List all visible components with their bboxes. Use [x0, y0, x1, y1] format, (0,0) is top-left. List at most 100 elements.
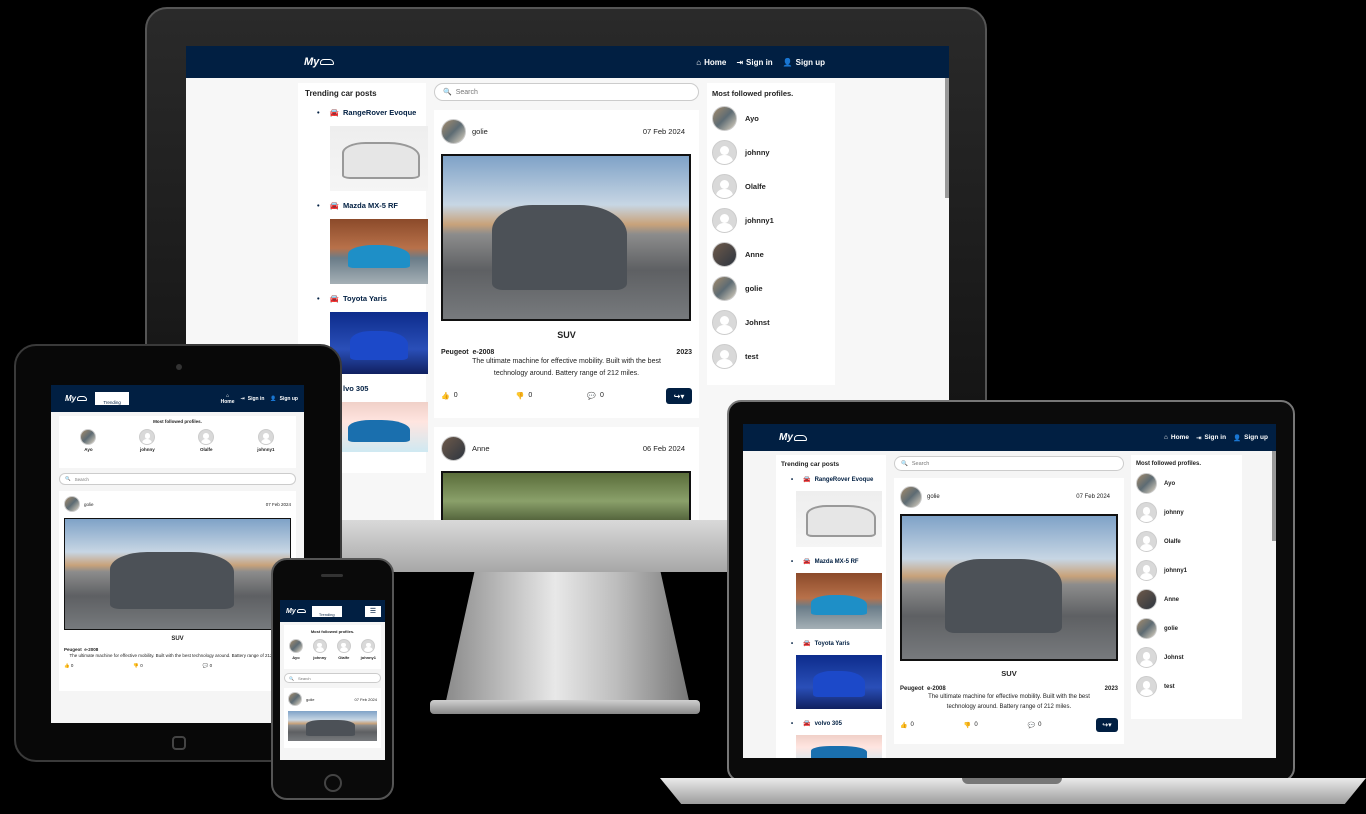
scrollbar[interactable]	[1272, 451, 1276, 541]
profile-item[interactable]: test	[1136, 676, 1237, 697]
profile-item[interactable]: johnny	[712, 140, 830, 165]
post-author[interactable]: golie	[306, 697, 314, 702]
like-button[interactable]: 👍 0	[441, 392, 458, 400]
author-avatar[interactable]	[64, 496, 80, 512]
profile-item[interactable]: johnny1	[712, 208, 830, 233]
comment-button[interactable]: 💬 0	[1028, 722, 1042, 729]
scrollbar[interactable]	[945, 78, 949, 198]
trending-image[interactable]	[796, 491, 882, 547]
profile-avatar	[1136, 473, 1157, 494]
profile-item[interactable]: Johnst	[712, 310, 830, 335]
post-author[interactable]: golie	[927, 494, 940, 500]
profile-item[interactable]: Ayo	[80, 429, 97, 452]
trending-image[interactable]	[330, 312, 428, 374]
nav-home[interactable]: ⌂ Home	[696, 58, 726, 67]
trending-dropdown[interactable]: Trending	[95, 392, 130, 405]
search-input[interactable]: 🔍 Search	[434, 83, 699, 101]
nav-signup[interactable]: 👤 Sign up	[1233, 434, 1268, 442]
site-logo[interactable]: My	[286, 608, 306, 615]
dislike-button[interactable]: 👎 0	[133, 663, 142, 669]
post-description: The ultimate machine for effective mobil…	[472, 358, 661, 377]
nav-home[interactable]: ⌂ Home	[221, 393, 235, 405]
profile-avatar	[712, 174, 737, 199]
post-date: 07 Feb 2024	[642, 127, 685, 136]
post-image[interactable]	[441, 154, 691, 321]
post-image[interactable]	[441, 471, 691, 520]
author-avatar[interactable]	[288, 692, 302, 706]
profile-item[interactable]: golie	[712, 276, 830, 301]
comment-button[interactable]: 💬 0	[203, 663, 212, 669]
profile-name: Anne	[1164, 596, 1179, 603]
tablet-home-button[interactable]	[172, 736, 186, 750]
post-author[interactable]: golie	[472, 127, 488, 136]
trending-dropdown[interactable]: Trending	[311, 605, 342, 617]
trending-image[interactable]	[796, 735, 882, 758]
trending-image[interactable]	[796, 573, 882, 629]
post-card: Anne 06 Feb 2024	[434, 427, 699, 520]
post-image[interactable]	[64, 518, 291, 630]
site-logo[interactable]: My	[65, 394, 88, 403]
comment-count: 0	[1038, 721, 1042, 728]
profile-item[interactable]: Olalfe	[198, 429, 215, 452]
profile-item[interactable]: Olalfe	[336, 639, 351, 660]
profile-item[interactable]: Olalfe	[712, 174, 830, 199]
search-input[interactable]: 🔍 Search	[59, 473, 296, 485]
trending-item[interactable]: 🚘RangeRover Evoque	[317, 108, 419, 117]
post-author[interactable]: Anne	[472, 444, 490, 453]
search-input[interactable]: 🔍 Search	[894, 456, 1124, 471]
author-avatar[interactable]	[441, 119, 466, 144]
trending-item[interactable]: 🚘Mazda MX-5 RF	[791, 558, 881, 566]
trending-image[interactable]	[796, 655, 882, 709]
nav-signup[interactable]: 👤 Sign up	[783, 58, 825, 67]
nav-signin[interactable]: ⇥ Sign in	[736, 58, 772, 67]
trending-item-label: lvo 305	[343, 384, 369, 393]
profile-item[interactable]: johnny1	[361, 639, 376, 660]
trending-item[interactable]: 🚘Toyota Yaris	[317, 294, 419, 303]
trending-item[interactable]: 🚘RangeRover Evoque	[791, 476, 881, 484]
profile-item[interactable]: johnny1	[257, 429, 274, 452]
profile-item[interactable]: test	[712, 344, 830, 369]
nav-signin[interactable]: ⇥ Sign in	[1196, 434, 1226, 442]
site-logo[interactable]: My	[779, 432, 807, 443]
profile-item[interactable]: Ayo	[288, 639, 303, 660]
dislike-button[interactable]: 👎 0	[964, 722, 978, 729]
nav-signin[interactable]: ⇥ Sign in	[241, 393, 265, 405]
search-input[interactable]: 🔍 Search	[284, 673, 381, 683]
post-image[interactable]	[288, 711, 377, 741]
profile-item[interactable]: Ayo	[712, 106, 830, 131]
nav-signup[interactable]: 👤 Sign up	[270, 393, 298, 405]
profile-item[interactable]: Olalfe	[1136, 531, 1237, 552]
post-author[interactable]: golie	[84, 502, 94, 507]
share-button[interactable]: ↪▾	[1096, 718, 1118, 732]
dislike-button[interactable]: 👎 0	[516, 392, 533, 400]
like-button[interactable]: 👍 0	[900, 722, 914, 729]
profile-item[interactable]: golie	[1136, 618, 1237, 639]
comment-button[interactable]: 💬 0	[587, 392, 604, 400]
trending-image[interactable]	[330, 126, 428, 191]
phone-home-button[interactable]	[324, 774, 342, 792]
trending-item[interactable]: lvo 305	[343, 384, 419, 393]
trending-image[interactable]	[330, 402, 428, 452]
profile-item[interactable]: johnny1	[1136, 560, 1237, 581]
trending-image[interactable]	[330, 219, 428, 284]
author-avatar[interactable]	[900, 486, 922, 508]
profile-avatar	[712, 310, 737, 335]
trending-sidebar: Trending car posts 🚘RangeRover Evoque 🚘M…	[776, 455, 886, 758]
profile-item[interactable]: johnny	[312, 639, 327, 660]
profile-item[interactable]: Johnst	[1136, 647, 1237, 668]
profile-item[interactable]: Anne	[1136, 589, 1237, 610]
post-image[interactable]	[900, 514, 1118, 661]
share-button[interactable]: ↪▾	[666, 388, 692, 404]
nav-home[interactable]: ⌂ Home	[1164, 434, 1189, 442]
trending-item[interactable]: 🚘Mazda MX-5 RF	[317, 201, 419, 210]
like-button[interactable]: 👍 0	[64, 663, 73, 669]
trending-item[interactable]: 🚘volvo 305	[791, 720, 881, 728]
profile-item[interactable]: johnny	[1136, 502, 1237, 523]
profile-item[interactable]: Anne	[712, 242, 830, 267]
trending-item[interactable]: 🚘Toyota Yaris	[791, 640, 881, 648]
profile-item[interactable]: Ayo	[1136, 473, 1237, 494]
author-avatar[interactable]	[441, 436, 466, 461]
site-logo[interactable]: My	[304, 56, 335, 68]
hamburger-menu-icon[interactable]: ☰	[365, 605, 381, 617]
profile-item[interactable]: johnny	[139, 429, 156, 452]
